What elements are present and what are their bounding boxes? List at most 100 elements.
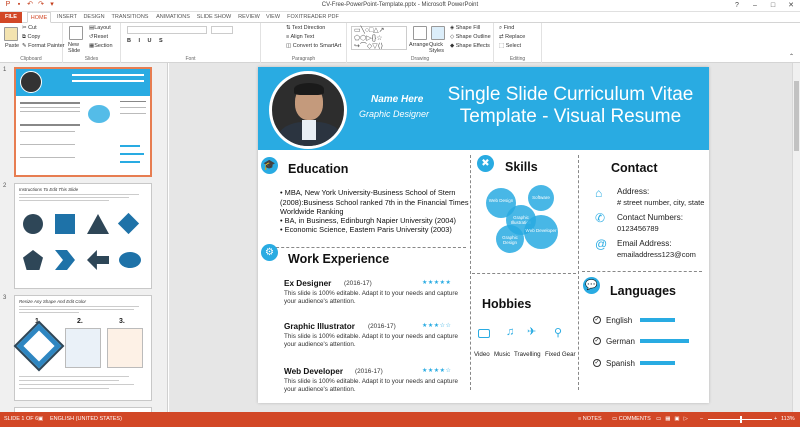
job-description[interactable]: This slide is 100% editable. Adapt it to… <box>284 333 464 349</box>
hobby-label[interactable]: Music <box>494 351 510 358</box>
new-slide-icon[interactable] <box>69 26 83 40</box>
education-heading[interactable]: Education <box>288 162 348 176</box>
tab-slide-show[interactable]: SLIDE SHOW <box>196 12 232 23</box>
candidate-role[interactable]: Graphic Designer <box>359 109 429 119</box>
tab-view[interactable]: VIEW <box>264 12 282 23</box>
quick-styles-button[interactable]: Quick Styles <box>429 42 449 54</box>
profile-photo[interactable] <box>269 71 347 149</box>
tab-home[interactable]: HOME <box>27 12 51 23</box>
quick-styles-icon[interactable] <box>431 26 445 40</box>
drawing-label: Drawing <box>410 56 430 62</box>
job-title[interactable]: Graphic Illustrator <box>284 322 355 331</box>
tab-design[interactable]: DESIGN <box>82 12 106 23</box>
copy-button[interactable]: ⧉ Copy <box>22 34 40 41</box>
tools-icon: ✖ <box>477 155 494 172</box>
zoom-slider-handle[interactable] <box>740 416 742 423</box>
skill-bubble[interactable]: Software <box>528 185 554 211</box>
thumbnail-slide-2[interactable]: Instructions To Edit This Slide <box>14 183 152 289</box>
minimize-button[interactable]: – <box>746 0 764 11</box>
scrollbar-thumb[interactable] <box>794 81 799 151</box>
hobbies-heading[interactable]: Hobbies <box>482 297 531 311</box>
spellcheck-icon[interactable]: ▣ <box>38 416 43 422</box>
slide-canvas[interactable]: Name Here Graphic Designer Single Slide … <box>258 67 709 403</box>
arrange-icon[interactable] <box>413 26 427 40</box>
help-icon[interactable]: ? <box>728 0 746 11</box>
job-dates: (2016-17) <box>355 368 383 375</box>
language-name[interactable]: English <box>606 316 632 325</box>
cut-button[interactable]: ✂ Cut <box>22 25 37 31</box>
shape-outline-button[interactable]: ◇ Shape Outline <box>450 34 491 40</box>
email-value[interactable]: emailaddress123@com <box>617 250 696 259</box>
tab-insert[interactable]: INSERT <box>55 12 79 23</box>
vertical-scrollbar[interactable] <box>792 63 800 412</box>
section-button[interactable]: ▦Section <box>89 43 113 49</box>
language-name[interactable]: German <box>606 337 635 346</box>
maximize-button[interactable]: □ <box>764 0 782 11</box>
education-item[interactable]: • Economic Science, Eastern Paris Univer… <box>280 225 470 235</box>
skills-heading[interactable]: Skills <box>505 160 538 174</box>
contact-heading[interactable]: Contact <box>611 161 658 175</box>
thumbnail-number: 2 <box>3 183 7 189</box>
zoom-level[interactable]: 113% <box>781 416 795 422</box>
tab-animations[interactable]: ANIMATIONS <box>154 12 192 23</box>
music-icon: ♫ <box>506 326 515 338</box>
font-size-select[interactable] <box>211 26 233 34</box>
address-value[interactable]: # street number, city, state <box>617 198 704 207</box>
shape-fill-button[interactable]: ◈ Shape Fill <box>450 25 480 31</box>
shape-effects-button[interactable]: ◆ Shape Effects <box>450 43 490 49</box>
arrange-button[interactable]: Arrange <box>409 42 429 48</box>
tab-file[interactable]: FILE <box>0 12 22 23</box>
slide-thumbnail-pane: 1 2 Instructions To Edit This Slide 3 Re… <box>0 63 168 412</box>
comments-button[interactable]: ▭ COMMENTS <box>612 416 651 422</box>
hobby-label[interactable]: Fixed Gear <box>545 351 576 358</box>
phone-label[interactable]: Contact Numbers: <box>617 213 683 222</box>
new-slide-button[interactable]: New Slide <box>68 42 88 54</box>
zoom-in-button[interactable]: + <box>774 416 777 422</box>
hobby-label[interactable]: Travelling <box>514 351 541 358</box>
layout-button[interactable]: ▤Layout <box>89 25 111 31</box>
paste-icon[interactable] <box>4 27 18 41</box>
work-heading[interactable]: Work Experience <box>288 252 389 266</box>
hobby-label[interactable]: Video <box>474 351 490 358</box>
text-direction-icon: ⇅ <box>286 25 291 31</box>
thumbnail-number: 1 <box>3 67 7 73</box>
paste-button[interactable]: Paste <box>5 43 19 49</box>
language-indicator[interactable]: ENGLISH (UNITED STATES) <box>50 416 122 422</box>
tab-review[interactable]: REVIEW <box>237 12 261 23</box>
skill-bubble[interactable]: Web Developer <box>524 215 558 249</box>
reset-button[interactable]: ↺Reset <box>89 34 108 40</box>
title-bar: P ▪ ↶ ↷ ▾ CV-Free-PowerPoint-Template.pp… <box>0 0 800 12</box>
view-buttons[interactable]: ▭▦▣▷ <box>656 416 692 422</box>
collapse-ribbon-icon[interactable]: ⌃ <box>789 53 794 60</box>
thumbnail-slide-1[interactable] <box>14 67 152 177</box>
align-text-button[interactable]: ≡ Align Text <box>286 34 314 40</box>
job-description[interactable]: This slide is 100% editable. Adapt it to… <box>284 378 464 394</box>
replace-button[interactable]: ⇄ Replace <box>499 34 525 40</box>
languages-heading[interactable]: Languages <box>610 284 676 298</box>
text-direction-button[interactable]: ⇅ Text Direction <box>286 25 325 31</box>
thumbnail-slide-3[interactable]: Resize Any Shape And Edit Color 1. 2. 3. <box>13 295 152 401</box>
job-title[interactable]: Web Developer <box>284 367 343 376</box>
format-painter-button[interactable]: ✎ Format Painter <box>22 43 65 49</box>
phone-value[interactable]: 0123456789 <box>617 224 659 233</box>
tab-transitions[interactable]: TRANSITIONS <box>111 12 149 23</box>
candidate-name[interactable]: Name Here <box>371 94 423 105</box>
job-description[interactable]: This slide is 100% editable. Adapt it to… <box>284 290 464 306</box>
font-family-select[interactable] <box>127 26 207 34</box>
convert-smartart-button[interactable]: ◫ Convert to SmartArt <box>286 43 341 49</box>
language-name[interactable]: Spanish <box>606 359 635 368</box>
email-label[interactable]: Email Address: <box>617 239 672 248</box>
education-item[interactable]: • MBA, New York University-Business Scho… <box>280 188 470 217</box>
notes-button[interactable]: ≡ NOTES <box>578 416 602 422</box>
close-button[interactable]: ✕ <box>782 0 800 11</box>
slide-title[interactable]: Single Slide Curriculum Vitae Template -… <box>438 84 703 128</box>
tab-foxitreader[interactable]: FOXITREADER PDF <box>287 12 339 23</box>
shapes-gallery[interactable]: ▭╲○□△↗ ⬠⬡▷{}☆ ↪⌒◇▽⟨⟩ <box>351 26 407 50</box>
skill-bubble[interactable]: Graphic Design <box>496 225 524 253</box>
select-button[interactable]: ⬚ Select <box>499 43 521 49</box>
find-button[interactable]: ⌕ Find <box>499 25 514 32</box>
font-style-buttons[interactable]: B I U S <box>127 38 166 44</box>
zoom-out-button[interactable]: – <box>700 416 703 422</box>
address-label[interactable]: Address: <box>617 187 649 196</box>
job-title[interactable]: Ex Designer <box>284 279 331 288</box>
